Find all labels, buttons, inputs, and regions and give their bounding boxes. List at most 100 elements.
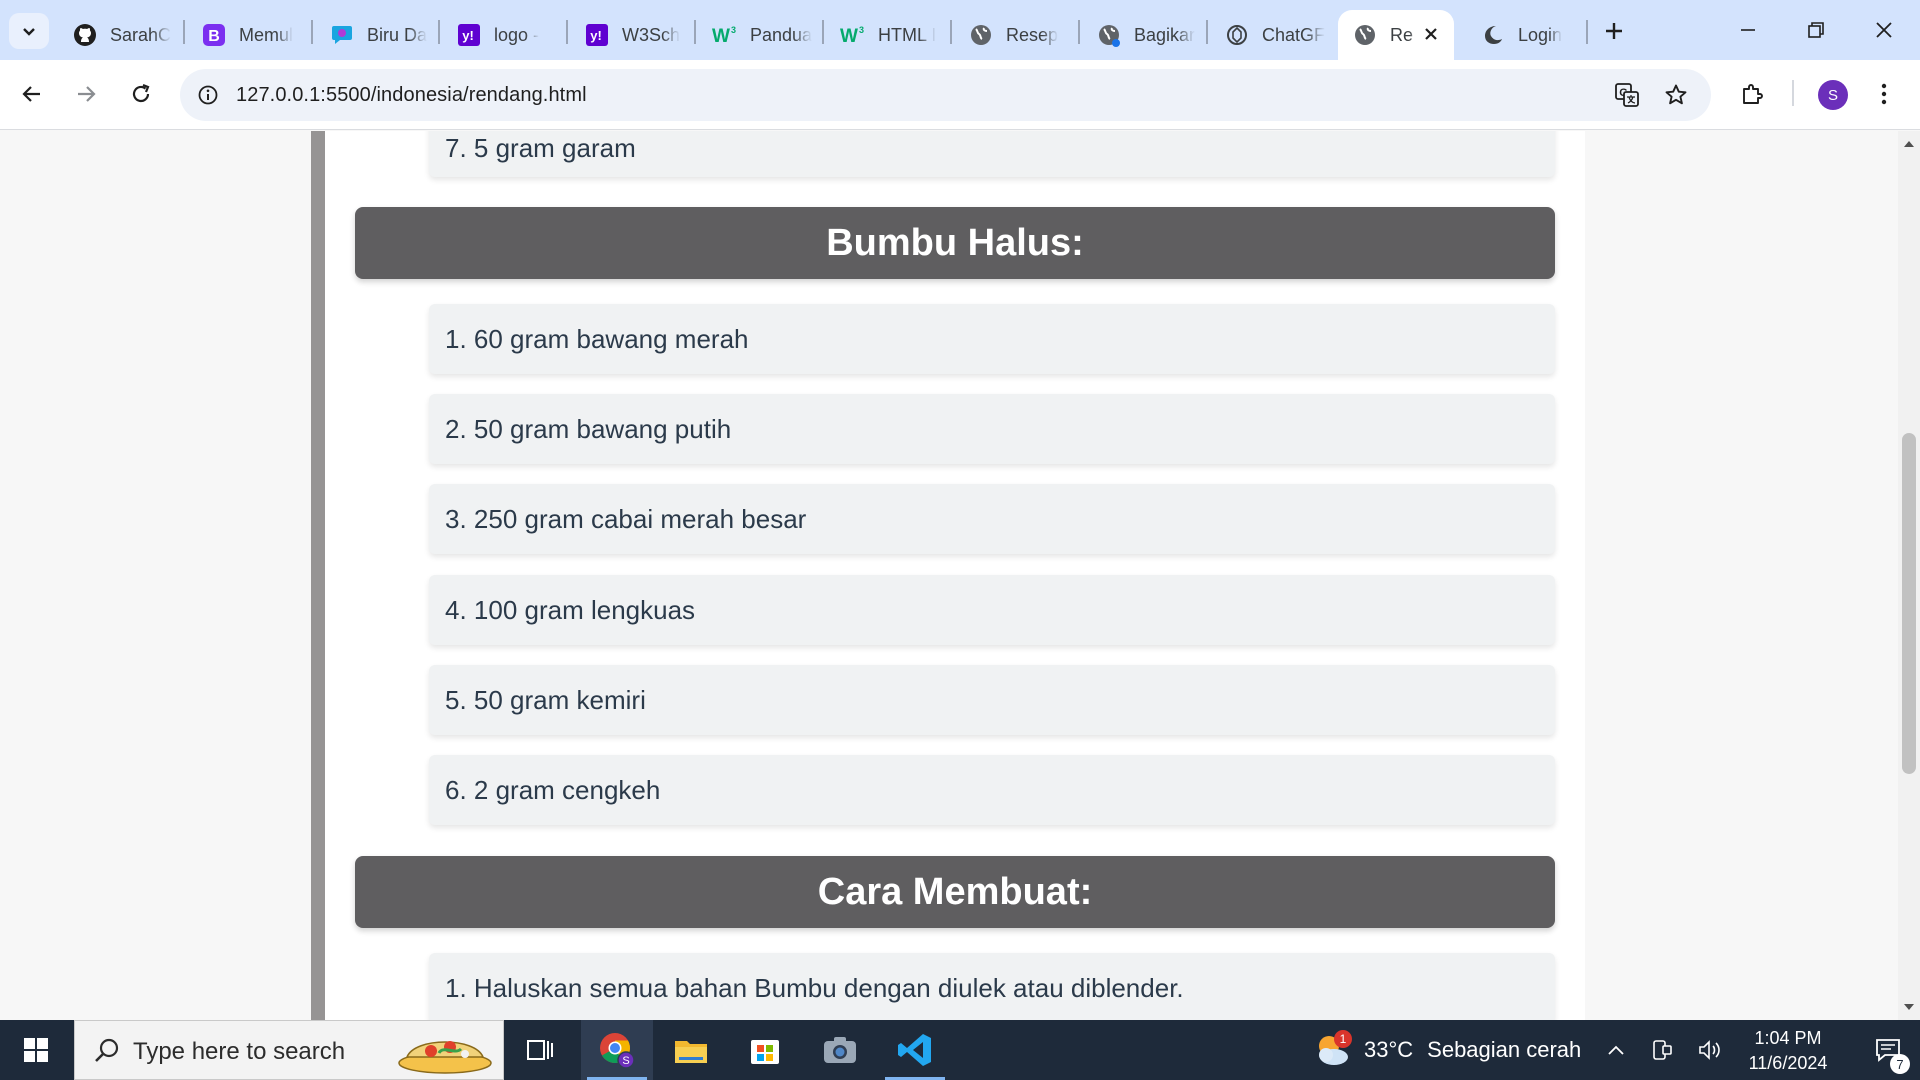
notification-center-button[interactable]: 7 [1856,1020,1920,1080]
chrome-icon: S [600,1033,635,1069]
address-bar[interactable]: 127.0.0.1:5500/indonesia/rendang.html G [180,69,1711,121]
section-heading-bumbu-halus: Bumbu Halus: [355,207,1555,279]
task-view-button[interactable] [504,1020,576,1080]
url-text[interactable]: 127.0.0.1:5500/indonesia/rendang.html [236,84,587,107]
svg-text:y!: y! [462,28,474,43]
minimize-button[interactable] [1714,0,1782,60]
globe-icon [968,22,994,48]
tab-search-button[interactable] [9,13,49,49]
step-item: 1. Haluskan semua bahan Bumbu dengan diu… [429,953,1555,1020]
chevron-up-icon [1608,1045,1624,1055]
tab-separator [566,20,568,44]
taskbar-camera[interactable] [804,1020,876,1080]
tab-title: ChatGF [1262,24,1325,45]
chatgpt-icon [1224,22,1250,48]
globe-icon [1096,22,1122,48]
taskbar-microsoft-store[interactable] [729,1020,801,1080]
tab-sarahc[interactable]: SarahC [58,10,173,60]
scroll-up-button[interactable] [1898,135,1920,153]
tab-biru-da[interactable]: Biru Da [315,10,430,60]
new-tab-button[interactable] [1596,13,1632,49]
puzzle-icon [1743,84,1763,104]
restore-button[interactable] [1782,0,1850,60]
bumbu-item: 4. 100 gram lengkuas [429,575,1555,645]
clock-time: 1:04 PM [1754,1028,1822,1048]
tray-network[interactable] [1642,1020,1682,1080]
page-viewport: 7. 5 gram garam Bumbu Halus: 1. 60 gram … [0,131,1898,1020]
windows-logo-icon [24,1038,48,1062]
more-vertical-icon [1881,83,1887,105]
site-info-icon[interactable] [190,77,226,113]
tab-title: Biru Da [367,24,428,45]
close-icon [1876,22,1892,38]
search-placeholder: Type here to search [133,1038,346,1065]
tab-chatgpt[interactable]: ChatGF [1210,10,1325,60]
taskbar-vscode[interactable] [879,1020,951,1080]
taskbar-file-explorer[interactable] [655,1020,727,1080]
ingredient-text: 7. 5 gram garam [445,132,636,163]
scroll-thumb[interactable] [1902,433,1916,774]
profile-avatar[interactable]: S [1818,80,1848,110]
weather-description: Sebagian cerah [1427,1037,1582,1062]
yahoo-icon: y! [584,22,610,48]
tray-volume[interactable] [1690,1020,1730,1080]
browser-toolbar: 127.0.0.1:5500/indonesia/rendang.html G [0,60,1920,130]
tab-login[interactable]: Login [1466,10,1581,60]
start-button[interactable] [0,1020,72,1080]
moon-icon [1480,22,1506,48]
task-view-icon [527,1040,553,1060]
taskbar-search-box[interactable]: Type here to search [74,1020,504,1080]
show-hidden-icons-button[interactable] [1596,1020,1636,1080]
svg-text:W: W [840,26,858,47]
notification-count-badge: 7 [1890,1054,1910,1074]
tab-separator [1586,20,1588,44]
menu-button[interactable] [1864,74,1904,114]
tab-bagikan[interactable]: Bagikar [1082,10,1197,60]
back-button[interactable] [12,74,52,114]
weather-widget[interactable]: 1 33°C Sebagian cerah [1312,1020,1581,1080]
forward-button[interactable] [66,74,106,114]
bookmark-star-icon[interactable] [1658,77,1694,113]
reload-button[interactable] [121,74,161,114]
tab-strip: SarahC B Memul Biru Da y! logo - y! W3Sc… [0,0,1920,60]
close-icon [1425,28,1437,40]
tab-memul[interactable]: B Memul [187,10,302,60]
restore-icon [1808,22,1824,38]
tab-pandua[interactable]: W3 Pandua [698,10,813,60]
bumbu-item: 1. 60 gram bawang merah [429,304,1555,374]
tab-html[interactable]: W3 HTML I [826,10,941,60]
content-side-stripe [311,131,325,1020]
translate-icon[interactable]: G [1609,77,1645,113]
bumbu-item: 6. 2 gram cengkeh [429,755,1555,825]
bumbu-item-text: 6. 2 gram cengkeh [445,774,661,805]
taskbar-chrome[interactable]: S [581,1020,653,1080]
tab-separator [1078,20,1080,44]
scroll-down-button[interactable] [1898,998,1920,1016]
bootstrap-icon: B [201,22,227,48]
taskbar-clock[interactable]: 1:04 PM 11/6/2024 [1728,1026,1848,1076]
tab-separator [1206,20,1208,44]
canva-icon [329,22,355,48]
bumbu-item: 5. 50 gram kemiri [429,665,1555,735]
tab-close-button[interactable] [1418,21,1444,47]
arrow-right-icon [78,86,96,102]
tab-w3sch[interactable]: y! W3Sch [570,10,685,60]
search-icon [95,1038,119,1062]
close-window-button[interactable] [1850,0,1918,60]
chevron-down-icon [23,28,35,36]
windows-taskbar: Type here to search S 1 33°C Sebagian ce… [0,1020,1920,1080]
tab-title: W3Sch [622,24,681,45]
tab-rendang-active[interactable]: Re [1338,10,1454,60]
w3-icon: W3 [840,22,866,48]
tab-resep[interactable]: Resep [954,10,1069,60]
bumbu-item: 3. 250 gram cabai merah besar [429,484,1555,554]
tab-separator [311,20,313,44]
weather-partly-sunny-icon: 1 [1312,1030,1352,1070]
tab-title: Re [1390,24,1414,45]
extensions-button[interactable] [1732,74,1772,114]
search-highlight-food-icon [398,1041,492,1074]
page-scrollbar[interactable] [1898,131,1920,1020]
tab-title: Bagikar [1134,24,1196,45]
svg-text:y!: y! [590,28,602,43]
tab-logo[interactable]: y! logo - [442,10,557,60]
